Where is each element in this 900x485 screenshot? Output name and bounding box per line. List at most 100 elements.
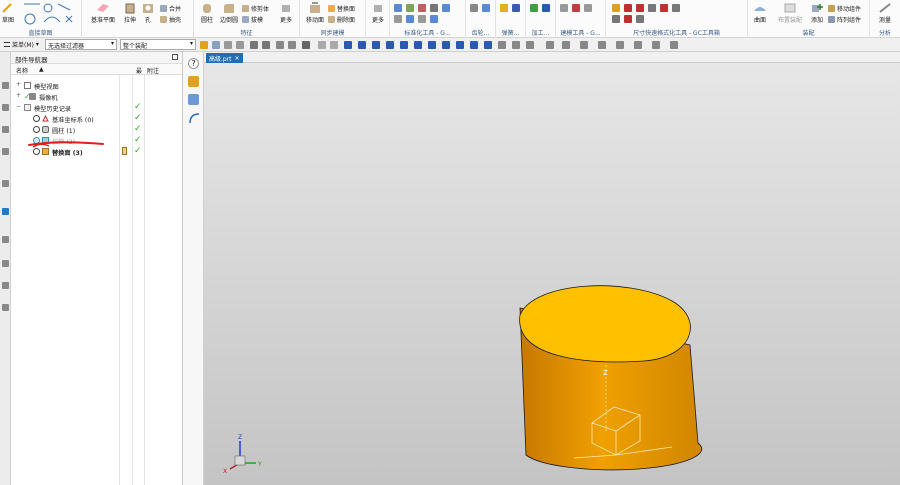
web-browser-icon[interactable] <box>2 180 9 187</box>
eye-icon[interactable] <box>33 115 40 122</box>
cylinder-button[interactable]: 圆柱 <box>198 2 216 24</box>
maximize-icon[interactable] <box>172 54 178 60</box>
render-icon[interactable] <box>580 41 588 49</box>
cut-cylinder-body[interactable] <box>519 285 703 471</box>
column-notes[interactable]: 附注 <box>147 66 159 75</box>
help-icon[interactable]: ? <box>188 58 199 69</box>
reuse-library-icon[interactable] <box>2 148 9 155</box>
type-filter-select[interactable]: 无选择过滤器 <box>45 39 117 50</box>
move-face-button[interactable]: 移动面 <box>304 2 326 24</box>
view-icon[interactable] <box>302 41 310 49</box>
tree-row-model-views[interactable]: + 模型视图 <box>11 80 182 92</box>
collapse-icon[interactable]: − <box>16 104 22 110</box>
filter-icon[interactable] <box>224 41 232 49</box>
dimension-tools-row-1[interactable] <box>612 4 682 12</box>
column-name[interactable]: 名称 <box>16 66 28 75</box>
select-icon[interactable] <box>200 41 208 49</box>
more-sync-button[interactable]: 更多 <box>369 2 387 24</box>
measure-button[interactable]: 测量 <box>876 2 894 24</box>
snap-point-icon[interactable] <box>386 41 394 49</box>
snap-point-icon[interactable] <box>470 41 478 49</box>
snap-point-icon[interactable] <box>400 41 408 49</box>
modeling-tools[interactable] <box>560 4 594 12</box>
pattern-component-button[interactable]: 阵列组件 <box>828 15 861 24</box>
unite-button[interactable]: 合并 <box>160 4 181 13</box>
edge-blend-button[interactable]: 边倒圆 <box>218 2 240 24</box>
render-icon[interactable] <box>598 41 606 49</box>
snap-point-icon[interactable] <box>484 41 492 49</box>
add-component-button[interactable]: 添加 <box>808 2 826 24</box>
filter-icon[interactable] <box>236 41 244 49</box>
group-label-standard-tools: 标准化工具 - G... <box>404 30 451 37</box>
snap-point-icon[interactable] <box>526 41 534 49</box>
sort-ascending-icon[interactable]: ▲ <box>39 66 44 73</box>
render-icon[interactable] <box>546 41 554 49</box>
trim-body-button[interactable]: 修剪体 <box>242 4 269 13</box>
filter-icon[interactable] <box>262 41 270 49</box>
tree-row-datum-csys[interactable]: 基准坐标系 (0) ✓ <box>11 113 182 124</box>
snap-point-icon[interactable] <box>512 41 520 49</box>
render-icon[interactable] <box>616 41 624 49</box>
surface-button[interactable]: 曲面 <box>750 2 770 24</box>
snap-point-icon[interactable] <box>442 41 450 49</box>
snap-point-icon[interactable] <box>358 41 366 49</box>
layout-assembly-button[interactable]: 布置装配 <box>774 2 806 24</box>
machining-tools[interactable] <box>530 4 552 12</box>
part-navigator-icon[interactable] <box>2 126 9 133</box>
filter-icon[interactable] <box>250 41 258 49</box>
datum-plane-button[interactable]: 基准平面 <box>88 2 118 24</box>
snap-point-icon[interactable] <box>428 41 436 49</box>
history-icon[interactable] <box>2 208 9 215</box>
snap-point-icon[interactable] <box>498 41 506 49</box>
close-icon[interactable]: × <box>235 55 240 62</box>
constraint-navigator-icon[interactable] <box>2 104 9 111</box>
arc-icon[interactable] <box>188 112 200 124</box>
snap-point-icon[interactable] <box>344 41 352 49</box>
extrude-button[interactable]: 拉伸 <box>120 2 140 24</box>
move-component-button[interactable]: 移动组件 <box>828 4 861 13</box>
snap-icon[interactable] <box>212 41 220 49</box>
dimension-tools-row-2[interactable] <box>612 15 646 23</box>
view-icon[interactable] <box>330 41 338 49</box>
snap-point-icon[interactable] <box>372 41 380 49</box>
more-feature-button[interactable]: 更多 <box>278 2 294 24</box>
render-icon[interactable] <box>652 41 660 49</box>
view-icon[interactable] <box>276 41 284 49</box>
column-latest[interactable]: 最 <box>136 66 142 75</box>
gear-tools[interactable] <box>470 4 492 12</box>
render-icon[interactable] <box>634 41 642 49</box>
eye-icon[interactable] <box>33 126 40 133</box>
sketch-button[interactable]: 草图 <box>1 2 15 24</box>
tree-row-cylinder[interactable]: 圆柱 (1) ✓ <box>11 124 182 135</box>
render-icon[interactable] <box>562 41 570 49</box>
tree-row-model-history[interactable]: − 模型历史记录 ✓ <box>11 102 182 113</box>
view-icon[interactable] <box>318 41 326 49</box>
standard-tools-row-1[interactable] <box>394 4 452 12</box>
assembly-navigator-icon[interactable] <box>2 82 9 89</box>
roles-icon[interactable] <box>2 304 9 311</box>
delete-face-button[interactable]: 删除面 <box>328 15 355 24</box>
spring-tools[interactable] <box>500 4 522 12</box>
hole-button[interactable]: 孔 <box>140 2 156 24</box>
snap-point-icon[interactable] <box>414 41 422 49</box>
menu-button[interactable]: 菜单(M) ▾ <box>2 39 41 50</box>
model-canvas[interactable]: Z Z Y X <box>204 63 900 485</box>
shell-button[interactable]: 抽壳 <box>160 15 181 24</box>
view-icon[interactable] <box>288 41 296 49</box>
draft-button[interactable]: 拔模 <box>242 15 263 24</box>
roles-icon[interactable] <box>188 76 199 87</box>
expand-icon[interactable]: + <box>16 93 22 99</box>
standard-tools-row-2[interactable] <box>394 15 440 23</box>
tab-part-file[interactable]: 高级.prt × <box>206 53 243 63</box>
graphics-viewport[interactable]: Z Z Y X <box>204 63 900 485</box>
tree-row-cameras[interactable]: + ✓ 摄像机 <box>11 91 182 103</box>
palette-icon[interactable] <box>188 94 199 105</box>
process-studio-icon[interactable] <box>2 282 9 289</box>
clock-icon[interactable] <box>2 236 9 243</box>
replace-face-button[interactable]: 替换面 <box>328 4 355 13</box>
render-icon[interactable] <box>670 41 678 49</box>
expand-icon[interactable]: + <box>16 82 22 88</box>
scope-select[interactable]: 整个装配 <box>120 39 196 50</box>
system-materials-icon[interactable] <box>2 260 9 267</box>
snap-point-icon[interactable] <box>456 41 464 49</box>
